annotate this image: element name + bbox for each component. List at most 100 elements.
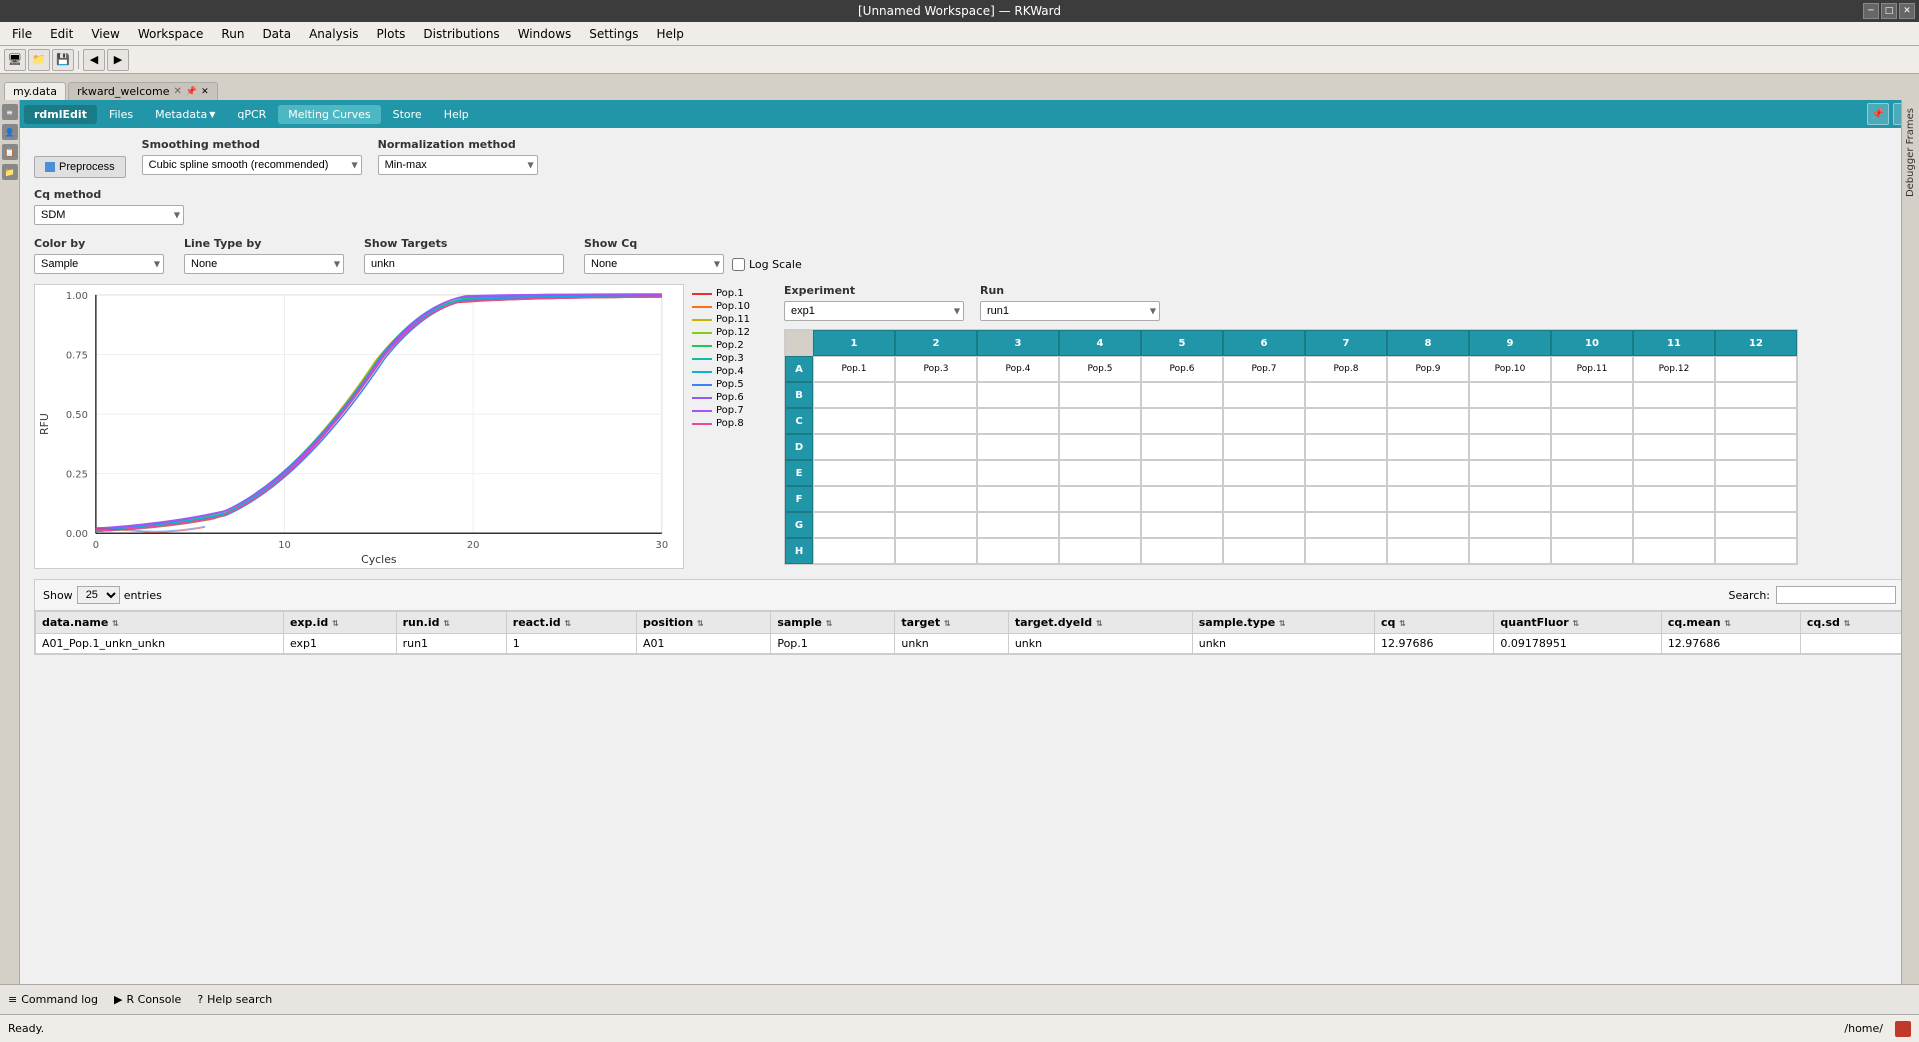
col-sample-type[interactable]: sample.type ⇅	[1192, 612, 1374, 634]
color-by-select[interactable]: Sample	[34, 254, 164, 274]
col-cq-mean[interactable]: cq.mean ⇅	[1661, 612, 1800, 634]
smoothing-select[interactable]: Cubic spline smooth (recommended)	[142, 155, 362, 175]
sidebar-icon-2[interactable]: 👤	[2, 124, 18, 140]
plate-cell-a9[interactable]: Pop.10	[1469, 356, 1551, 382]
plate-col-5[interactable]: 5	[1141, 330, 1223, 356]
menu-run[interactable]: Run	[213, 25, 252, 43]
plate-cell-b6[interactable]	[1223, 382, 1305, 408]
plate-row-header-h[interactable]: H	[785, 538, 813, 564]
show-targets-input[interactable]	[364, 254, 564, 274]
tab-rdmledit[interactable]: rdmlEdit	[24, 105, 97, 124]
menu-edit[interactable]: Edit	[42, 25, 81, 43]
plate-cell-a10[interactable]: Pop.11	[1551, 356, 1633, 382]
plate-cell-b4[interactable]	[1059, 382, 1141, 408]
plate-col-1[interactable]: 1	[813, 330, 895, 356]
tab-melting-curves[interactable]: Melting Curves	[278, 105, 380, 124]
tab-mydata[interactable]: my.data	[4, 82, 66, 100]
plate-cell-b8[interactable]	[1387, 382, 1469, 408]
plate-row-header-e[interactable]: E	[785, 460, 813, 486]
menu-windows[interactable]: Windows	[510, 25, 580, 43]
plate-col-11[interactable]: 11	[1633, 330, 1715, 356]
plate-cell-a5[interactable]: Pop.6	[1141, 356, 1223, 382]
menu-plots[interactable]: Plots	[369, 25, 414, 43]
entries-select[interactable]: 25 10 50	[77, 586, 120, 604]
cq-method-select[interactable]: SDM	[34, 205, 184, 225]
run-select[interactable]: run1	[980, 301, 1160, 321]
plate-cell-b2[interactable]	[895, 382, 977, 408]
r-console-btn[interactable]: ▶ R Console	[114, 993, 181, 1006]
menu-distributions[interactable]: Distributions	[415, 25, 507, 43]
col-cq-sd[interactable]: cq.sd ⇅	[1800, 612, 1903, 634]
tab-welcome[interactable]: rkward_welcome ✕ 📌 ✕	[68, 82, 218, 100]
plate-cell-a11[interactable]: Pop.12	[1633, 356, 1715, 382]
sidebar-icon-3[interactable]: 📋	[2, 144, 18, 160]
menu-help[interactable]: Help	[648, 25, 691, 43]
plate-row-header-b[interactable]: B	[785, 382, 813, 408]
tab-welcome-pin[interactable]: 📌	[186, 87, 197, 97]
sidebar-icon-1[interactable]: ≡	[2, 104, 18, 120]
col-data-name[interactable]: data.name ⇅	[36, 612, 284, 634]
maximize-btn[interactable]: □	[1881, 3, 1897, 19]
tb-open[interactable]: 📁	[28, 49, 50, 71]
plate-col-4[interactable]: 4	[1059, 330, 1141, 356]
close-btn[interactable]: ✕	[1899, 3, 1915, 19]
tab-qpcr[interactable]: qPCR	[227, 105, 276, 124]
plate-cell-a7[interactable]: Pop.8	[1305, 356, 1387, 382]
plate-cell-a2[interactable]: Pop.3	[895, 356, 977, 382]
experiment-select[interactable]: exp1	[784, 301, 964, 321]
col-target-dyeid[interactable]: target.dyeId ⇅	[1008, 612, 1192, 634]
menu-data[interactable]: Data	[254, 25, 299, 43]
plate-col-10[interactable]: 10	[1551, 330, 1633, 356]
menu-analysis[interactable]: Analysis	[301, 25, 366, 43]
tb-back[interactable]: ◀	[83, 49, 105, 71]
col-position[interactable]: position ⇅	[637, 612, 771, 634]
plate-cell-b1[interactable]	[813, 382, 895, 408]
col-quantfluor[interactable]: quantFluor ⇅	[1494, 612, 1661, 634]
plate-cell-b11[interactable]	[1633, 382, 1715, 408]
plate-row-header-a[interactable]: A	[785, 356, 813, 382]
line-type-select[interactable]: None	[184, 254, 344, 274]
menu-file[interactable]: File	[4, 25, 40, 43]
plate-col-12[interactable]: 12	[1715, 330, 1797, 356]
plate-col-9[interactable]: 9	[1469, 330, 1551, 356]
tb-forward[interactable]: ▶	[107, 49, 129, 71]
plate-cell-b3[interactable]	[977, 382, 1059, 408]
help-search-btn[interactable]: ? Help search	[197, 993, 272, 1006]
plate-cell-c1[interactable]	[813, 408, 895, 434]
normalization-select[interactable]: Min-max	[378, 155, 538, 175]
plate-cell-a6[interactable]: Pop.7	[1223, 356, 1305, 382]
plate-row-header-g[interactable]: G	[785, 512, 813, 538]
plate-cell-b7[interactable]	[1305, 382, 1387, 408]
command-log-btn[interactable]: ≡ Command log	[8, 993, 98, 1006]
tab-welcome-x2[interactable]: ✕	[201, 87, 209, 97]
menu-workspace[interactable]: Workspace	[130, 25, 212, 43]
plate-cell-a1[interactable]: Pop.1	[813, 356, 895, 382]
search-input[interactable]	[1776, 586, 1896, 604]
tab-welcome-close[interactable]: ✕	[173, 86, 181, 97]
plate-cell-a3[interactable]: Pop.4	[977, 356, 1059, 382]
menu-settings[interactable]: Settings	[581, 25, 646, 43]
tab-metadata[interactable]: Metadata ▼	[145, 105, 225, 124]
show-cq-select[interactable]: None	[584, 254, 724, 274]
plate-cell-b12[interactable]	[1715, 382, 1797, 408]
plate-col-7[interactable]: 7	[1305, 330, 1387, 356]
plate-cell-a8[interactable]: Pop.9	[1387, 356, 1469, 382]
tab-help[interactable]: Help	[434, 105, 479, 124]
plate-row-header-f[interactable]: F	[785, 486, 813, 512]
plate-row-header-c[interactable]: C	[785, 408, 813, 434]
plate-cell-b9[interactable]	[1469, 382, 1551, 408]
plate-cell-a4[interactable]: Pop.5	[1059, 356, 1141, 382]
log-scale-checkbox[interactable]	[732, 258, 745, 271]
tab-store[interactable]: Store	[383, 105, 432, 124]
plate-col-2[interactable]: 2	[895, 330, 977, 356]
plate-col-6[interactable]: 6	[1223, 330, 1305, 356]
col-target[interactable]: target ⇅	[895, 612, 1008, 634]
plate-col-3[interactable]: 3	[977, 330, 1059, 356]
col-react-id[interactable]: react.id ⇅	[506, 612, 636, 634]
col-cq[interactable]: cq ⇅	[1375, 612, 1494, 634]
tb-new[interactable]: 🖥	[4, 49, 26, 71]
plate-cell-b5[interactable]	[1141, 382, 1223, 408]
plate-cell-a12[interactable]	[1715, 356, 1797, 382]
plate-col-8[interactable]: 8	[1387, 330, 1469, 356]
preprocess-button[interactable]: Preprocess	[34, 156, 126, 178]
